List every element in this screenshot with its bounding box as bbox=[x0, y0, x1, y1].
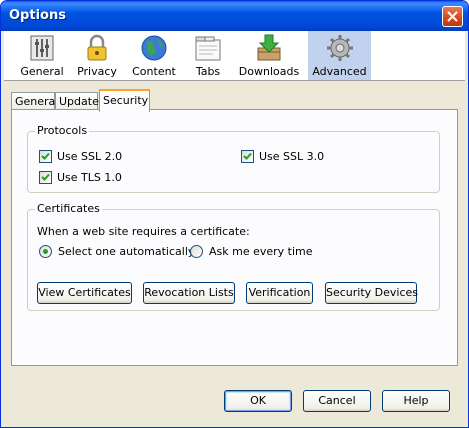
radio-select-automatically[interactable]: Select one automatically bbox=[39, 245, 194, 259]
checkbox-label: Use SSL 2.0 bbox=[57, 150, 123, 163]
tls1-checkbox[interactable]: Use TLS 1.0 bbox=[39, 171, 134, 185]
radio-dot bbox=[190, 245, 203, 258]
toolbar-item-label: Privacy bbox=[77, 65, 117, 78]
checkbox-box bbox=[39, 171, 52, 184]
certificates-legend: Certificates bbox=[35, 202, 102, 215]
toolbar-item-downloads[interactable]: Downloads bbox=[237, 31, 301, 80]
certificates-group: Certificates When a web site requires a … bbox=[27, 202, 440, 311]
checkbox-box bbox=[39, 150, 52, 163]
window-title: Options bbox=[9, 8, 66, 23]
toolbar-item-tabs[interactable]: Tabs bbox=[187, 31, 229, 80]
tab-label: Security bbox=[103, 94, 149, 107]
security-panel: Protocols Use SSL 2.0 Use SSL 3.0 Use TL… bbox=[11, 109, 458, 366]
toolbar-item-general[interactable]: General bbox=[18, 31, 66, 80]
toolbar-item-advanced[interactable]: Advanced bbox=[308, 31, 371, 80]
ssl2-checkbox[interactable]: Use SSL 2.0 bbox=[39, 150, 134, 164]
revocation-lists-button[interactable]: Revocation Lists bbox=[143, 282, 235, 304]
ssl3-checkbox[interactable]: Use SSL 3.0 bbox=[241, 150, 336, 164]
checkbox-box bbox=[241, 150, 254, 163]
tabs-icon bbox=[195, 36, 221, 61]
toolbar-item-privacy[interactable]: Privacy bbox=[74, 31, 120, 80]
radio-label: Ask me every time bbox=[209, 245, 313, 258]
toolbar-item-label: Downloads bbox=[238, 65, 300, 78]
verification-button[interactable]: Verification bbox=[246, 282, 313, 304]
toolbar-item-label: Content bbox=[132, 65, 176, 78]
ok-button[interactable]: OK bbox=[224, 390, 292, 412]
tab-security[interactable]: Security bbox=[99, 89, 150, 112]
radio-ask-every-time[interactable]: Ask me every time bbox=[190, 245, 313, 259]
tab-label: General bbox=[15, 95, 59, 108]
security-devices-button[interactable]: Security Devices bbox=[325, 282, 418, 304]
category-toolbar: General Privacy Content Tabs Downloads A… bbox=[4, 31, 465, 81]
checkmark-icon bbox=[41, 152, 50, 160]
toolbar-item-content[interactable]: Content bbox=[129, 31, 179, 80]
toolbar-item-label: Tabs bbox=[195, 65, 221, 78]
view-certificates-button[interactable]: View Certificates bbox=[37, 282, 132, 304]
protocols-legend: Protocols bbox=[35, 124, 90, 137]
certificate-prompt: When a web site requires a certificate: bbox=[37, 225, 250, 238]
title-bar: Options bbox=[1, 1, 468, 31]
toolbar-item-label: General bbox=[20, 65, 64, 78]
checkbox-label: Use SSL 3.0 bbox=[259, 150, 325, 163]
globe-icon bbox=[141, 35, 167, 61]
protocols-group: Protocols Use SSL 2.0 Use SSL 3.0 Use TL… bbox=[27, 124, 440, 193]
checkbox-label: Use TLS 1.0 bbox=[57, 171, 122, 184]
close-button[interactable] bbox=[442, 6, 463, 27]
toolbar-item-label: Advanced bbox=[312, 65, 367, 78]
general-icon bbox=[30, 35, 54, 61]
checkmark-icon bbox=[243, 152, 252, 160]
options-window: Options General Privacy Content Tabs Dow… bbox=[0, 0, 469, 428]
downloads-icon bbox=[257, 34, 281, 61]
checkmark-icon bbox=[41, 173, 50, 181]
cancel-button[interactable]: Cancel bbox=[303, 390, 371, 412]
radio-dot bbox=[39, 245, 52, 258]
radio-label: Select one automatically bbox=[58, 245, 195, 258]
gear-icon bbox=[326, 35, 353, 61]
padlock-icon bbox=[87, 34, 107, 61]
close-icon bbox=[447, 11, 458, 22]
help-button[interactable]: Help bbox=[382, 390, 450, 412]
tab-label: Update bbox=[59, 95, 99, 108]
